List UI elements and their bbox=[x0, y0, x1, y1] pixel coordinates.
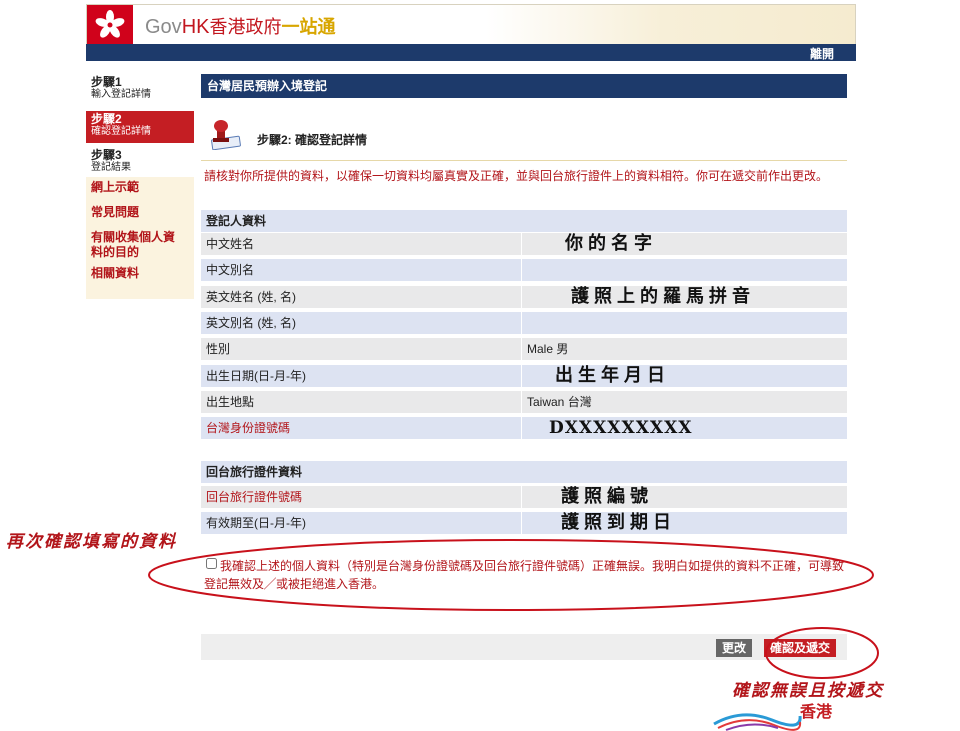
step-title: 步驟3 bbox=[91, 148, 122, 162]
field-value bbox=[522, 259, 847, 281]
logo-yzt: 一站通 bbox=[281, 17, 336, 37]
brand-hk-logo: 香港 bbox=[712, 700, 852, 731]
section-title-travel-doc: 回台旅行證件資料 bbox=[201, 461, 847, 483]
annotation-confirm-note: 再次確認填寫的資料 bbox=[6, 532, 177, 552]
field-value: DXXXXXXXXX bbox=[522, 417, 847, 439]
field-value: 護照上的羅馬拼音 bbox=[522, 286, 847, 308]
step-heading: 步驟2: 確認登記詳情 bbox=[257, 133, 368, 147]
site-header: GovHK香港政府一站通 bbox=[86, 4, 856, 45]
field-label: 中文別名 bbox=[201, 259, 521, 281]
step-title: 步驟1 bbox=[91, 75, 122, 89]
brand-hk-text: 香港 bbox=[800, 704, 833, 721]
divider bbox=[201, 160, 847, 161]
field-label: 出生日期(日-月-年) bbox=[201, 365, 521, 387]
field-value: 你的名字 bbox=[522, 233, 847, 255]
step-title: 步驟2 bbox=[91, 112, 122, 126]
declaration-text: 我確認上述的個人資料（特別是台灣身份證號碼及回台旅行證件號碼）正確無誤。我明白如… bbox=[204, 559, 845, 591]
field-label: 英文別名 (姓, 名) bbox=[201, 312, 521, 334]
field-label: 英文姓名 (姓, 名) bbox=[201, 286, 521, 308]
field-value: 護照編號 bbox=[522, 486, 847, 508]
section-title-applicant: 登記人資料 bbox=[201, 210, 847, 232]
logo-gov: Gov bbox=[145, 16, 182, 38]
step-subtitle: 輸入登記詳情 bbox=[91, 89, 151, 100]
field-value bbox=[522, 312, 847, 334]
step-subtitle: 登記結果 bbox=[91, 162, 131, 173]
field-label: 出生地點 bbox=[201, 391, 521, 413]
hk-emblem-logo[interactable] bbox=[87, 5, 133, 45]
field-label: 性別 bbox=[201, 338, 521, 360]
sidebar-step-2-active: 步驟2 確認登記詳情 bbox=[86, 111, 194, 143]
logout-link[interactable]: 離開 bbox=[810, 45, 834, 62]
instruction-text: 請核對你所提供的資料，以確保一切資料均屬真實及正確，並與回台旅行證件上的資料相符… bbox=[204, 169, 829, 183]
field-value: 護照到期日 bbox=[522, 512, 847, 534]
logo-zh: 香港政府 bbox=[209, 17, 282, 37]
field-value: Male 男 bbox=[522, 338, 847, 360]
sidebar-link-purpose[interactable]: 有關收集個人資料的目的 bbox=[91, 230, 181, 260]
field-label: 中文姓名 bbox=[201, 233, 521, 255]
field-label: 台灣身份證號碼 bbox=[201, 417, 521, 439]
sidebar-links: 網上示範 常見問題 有關收集個人資料的目的 相關資料 bbox=[86, 177, 194, 299]
top-nav-bar: 離開 bbox=[86, 44, 856, 61]
step-subtitle: 確認登記詳情 bbox=[91, 126, 151, 137]
sidebar-step-1: 步驟1 輸入登記詳情 bbox=[86, 76, 194, 106]
sidebar-link-demo[interactable]: 網上示範 bbox=[91, 180, 194, 195]
logo-hk: HK bbox=[181, 16, 210, 38]
sidebar-link-faq[interactable]: 常見問題 bbox=[91, 205, 194, 220]
govhk-logo-text[interactable]: GovHK香港政府一站通 bbox=[145, 13, 335, 39]
field-value: 出生年月日 bbox=[522, 365, 847, 387]
field-value: Taiwan 台灣 bbox=[522, 391, 847, 413]
field-label: 有效期至(日-月-年) bbox=[201, 512, 521, 534]
page-title: 台灣居民預辦入境登記 bbox=[201, 74, 847, 98]
sidebar-step-3: 步驟3 登記結果 bbox=[86, 149, 194, 179]
stamp-icon bbox=[204, 118, 244, 151]
field-label: 回台旅行證件號碼 bbox=[201, 486, 521, 508]
sidebar-link-related[interactable]: 相關資料 bbox=[91, 266, 194, 281]
confirm-submit-button[interactable]: 確認及遞交 bbox=[764, 639, 837, 657]
edit-button[interactable]: 更改 bbox=[716, 639, 753, 657]
